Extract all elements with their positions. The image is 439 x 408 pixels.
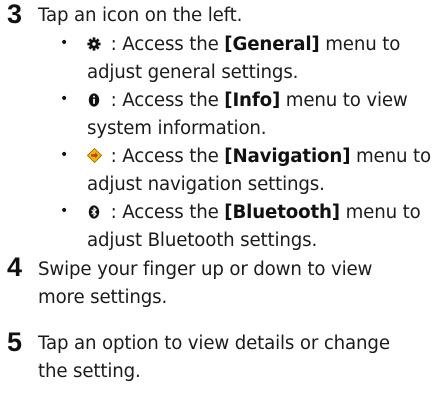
item-pre: Access the bbox=[122, 202, 225, 223]
item-pre: Access the bbox=[122, 90, 225, 111]
item-pre: Access the bbox=[122, 34, 225, 55]
list-item-line-2: adjust Bluetooth settings. bbox=[87, 230, 318, 251]
step-text: Tap an icon on the left. bbox=[38, 5, 243, 26]
item-post: menu to view bbox=[280, 90, 408, 111]
bullet: • bbox=[60, 147, 69, 163]
menu-keyword: [Info] bbox=[224, 90, 281, 111]
step-number: 5 bbox=[7, 327, 23, 357]
list-item-line-2: system information. bbox=[87, 118, 267, 139]
step-text-line-1: Swipe your finger up or down to view bbox=[38, 259, 373, 280]
item-sep: : bbox=[105, 202, 123, 223]
step-text: Tap an option to view details or change … bbox=[38, 330, 433, 386]
item-sep: : bbox=[105, 146, 123, 167]
step-text-line-1: Tap an option to view details or change bbox=[38, 333, 390, 354]
item-post: menu to bbox=[319, 34, 401, 55]
item-pre: Access the bbox=[122, 146, 225, 167]
info-icon bbox=[87, 88, 101, 107]
list-item-line-2: adjust general settings. bbox=[87, 62, 299, 83]
list-item-line-1: : Access the [General] menu to bbox=[87, 31, 437, 59]
list-item-general: : Access the [General] menu to adjust ge… bbox=[87, 31, 437, 87]
bullet: • bbox=[60, 35, 69, 51]
list-item-bluetooth: : Access the [Bluetooth] menu to adjust … bbox=[87, 199, 437, 255]
step-text-line-2: more settings. bbox=[38, 287, 168, 308]
list-item-line-1: : Access the [Info] menu to view bbox=[87, 87, 437, 115]
step-number: 4 bbox=[7, 252, 23, 282]
bullet: • bbox=[60, 203, 69, 219]
navigation-icon bbox=[86, 144, 103, 164]
list-item-info: : Access the [Info] menu to view system … bbox=[87, 87, 437, 143]
bullet: • bbox=[60, 91, 69, 107]
step-text-line-2: the setting. bbox=[38, 361, 141, 382]
step-number: 3 bbox=[7, 0, 23, 29]
item-sep: : bbox=[105, 90, 123, 111]
list-item-line-1: : Access the [Bluetooth] menu to bbox=[87, 199, 437, 227]
list-item-line-1: : Access the [Navigation] menu to bbox=[86, 143, 437, 171]
menu-keyword: [Navigation] bbox=[224, 146, 351, 167]
item-sep: : bbox=[105, 34, 123, 55]
step-text: Swipe your finger up or down to view mor… bbox=[38, 256, 433, 312]
item-post: menu to bbox=[339, 202, 421, 223]
list-item-line-2: adjust navigation settings. bbox=[87, 174, 325, 195]
menu-keyword: [General] bbox=[224, 34, 320, 55]
item-post: menu to bbox=[350, 146, 431, 167]
gear-icon bbox=[87, 32, 101, 51]
menu-keyword: [Bluetooth] bbox=[224, 202, 340, 223]
list-item-navigation: : Access the [Navigation] menu to adjust… bbox=[86, 143, 437, 199]
bluetooth-icon bbox=[87, 200, 101, 219]
